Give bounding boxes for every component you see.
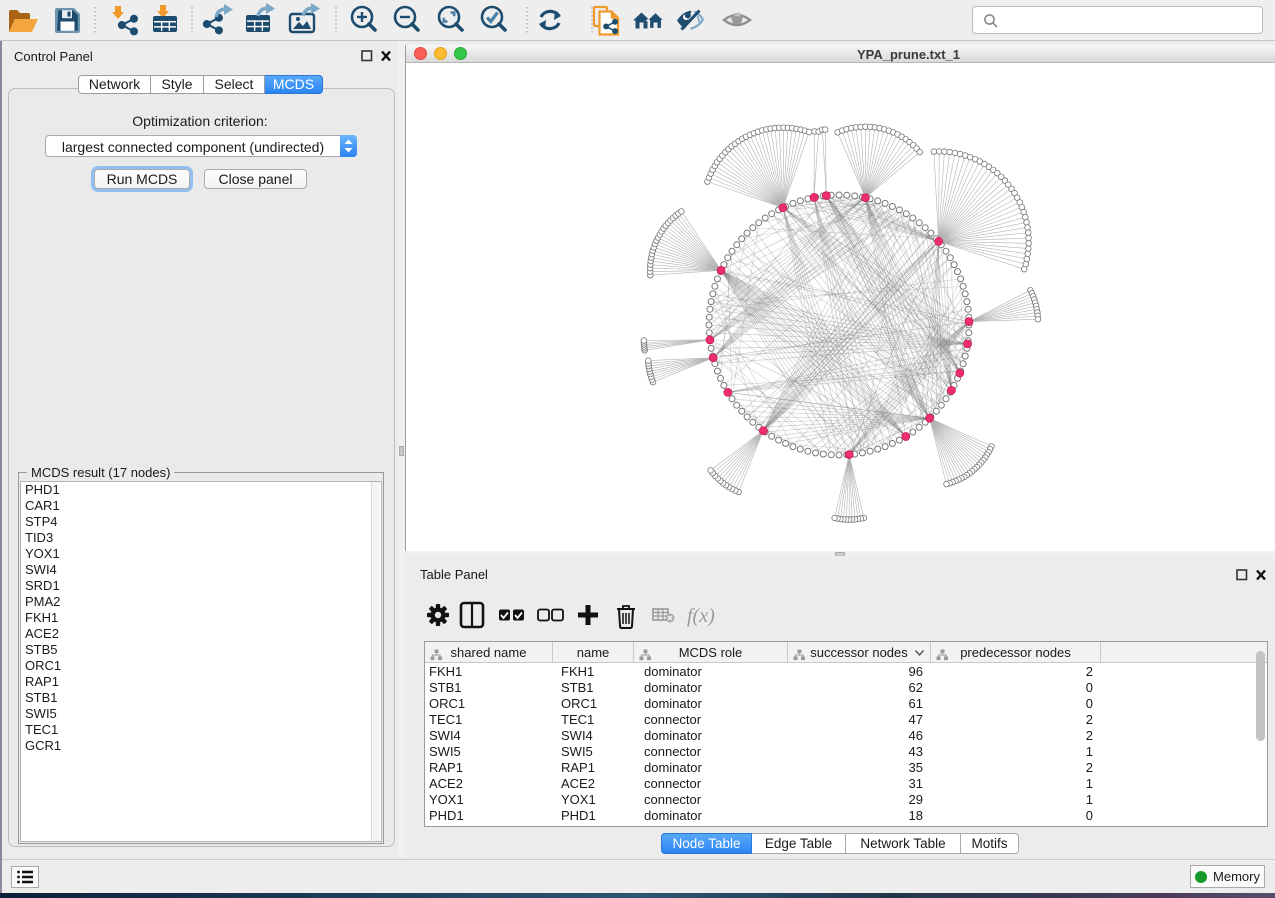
svg-text:f(x): f(x) xyxy=(687,605,715,627)
